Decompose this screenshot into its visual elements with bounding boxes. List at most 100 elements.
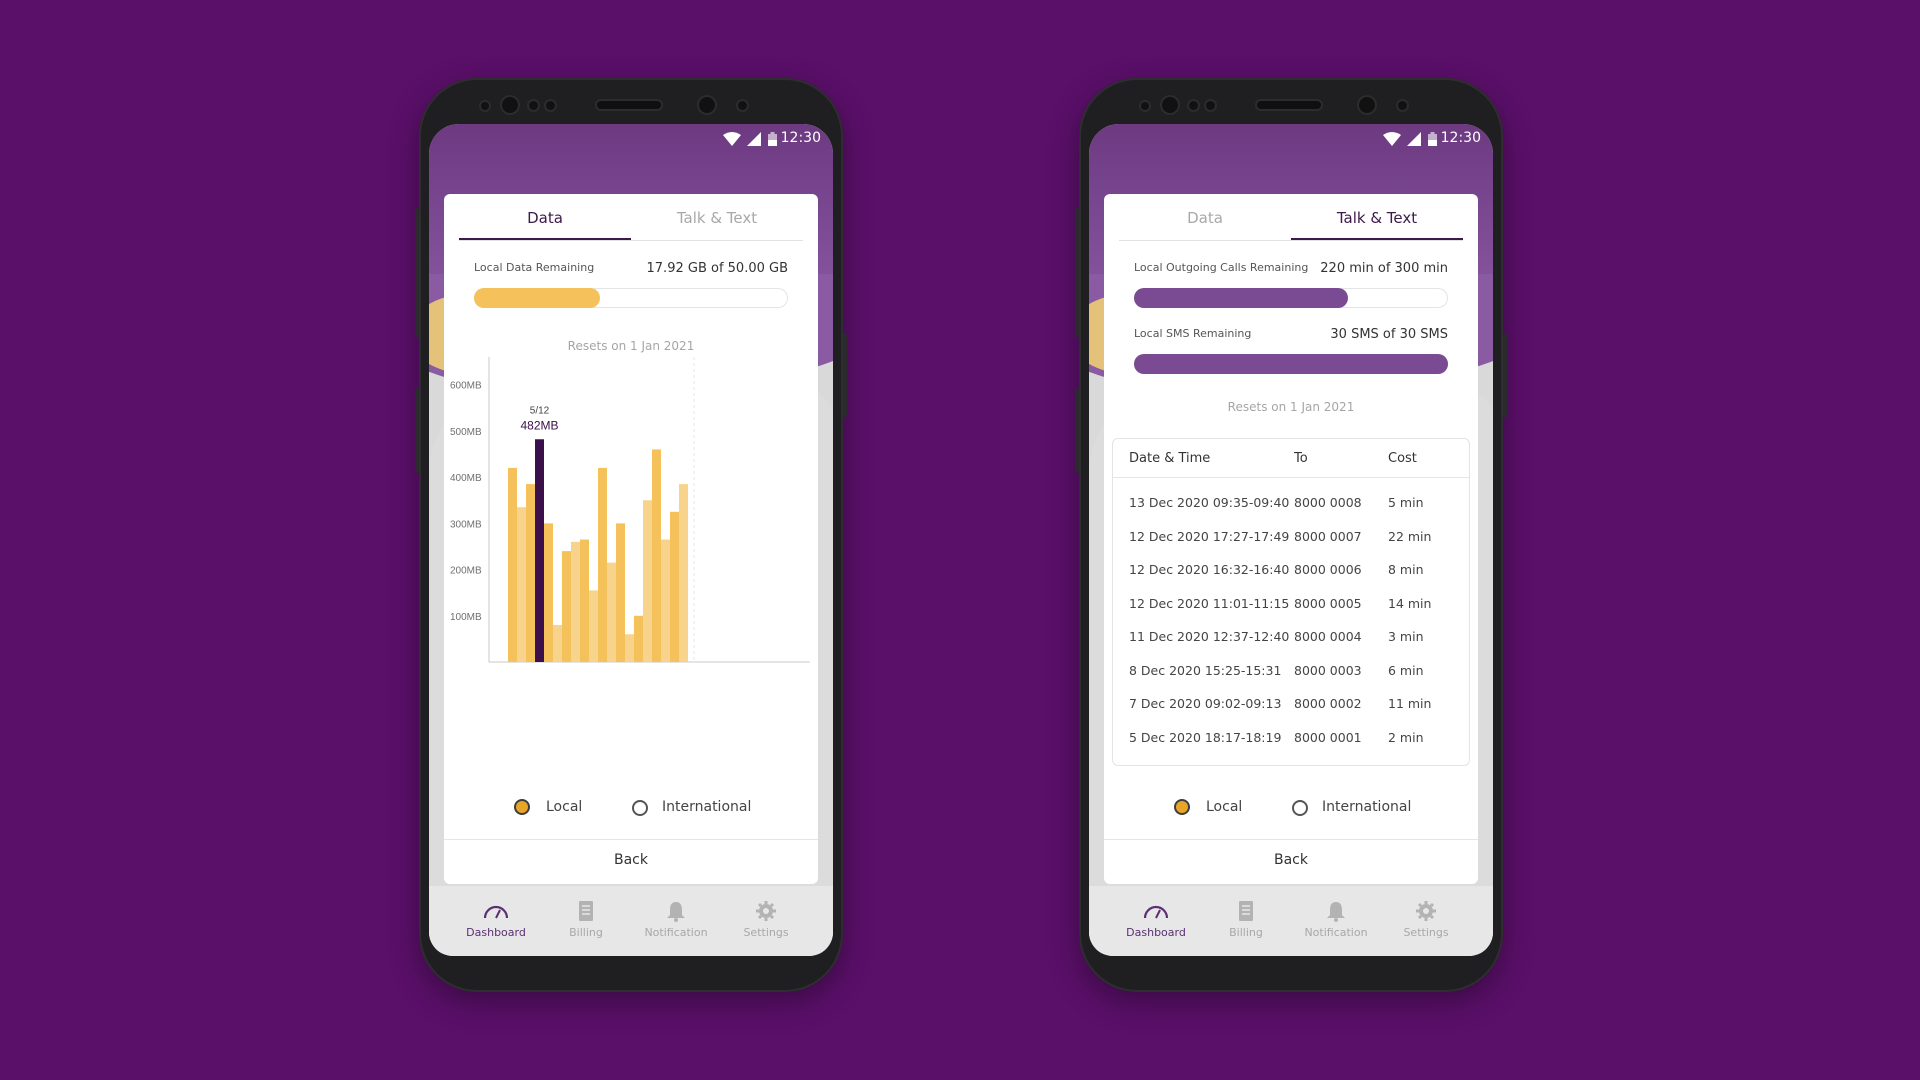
row-to: 8000 0008 (1294, 495, 1362, 510)
calls-progress-bar (1134, 288, 1448, 308)
sensor-dot (738, 101, 747, 110)
status-bar: 12:30 (429, 124, 833, 154)
tab-bar: Data Talk & Text (459, 194, 803, 241)
side-button (1075, 388, 1079, 473)
row-date: 5 Dec 2020 18:17-18:19 (1129, 729, 1282, 745)
nav-dashboard[interactable]: Dashboard (451, 900, 541, 939)
nav-dashboard[interactable]: Dashboard (1111, 900, 1201, 939)
row-date: 11 Dec 2020 12:37-12:40 (1129, 629, 1290, 644)
front-camera (1162, 97, 1178, 113)
y-tick-label: 600MB (450, 381, 482, 392)
daily-usage-chart: 100MB 200MB 300MB 400MB 500MB 600MB 5/12 482MB (444, 354, 818, 684)
status-time: 12:30 (780, 130, 821, 146)
column-header-to: To (1294, 451, 1308, 466)
radio-local[interactable] (516, 801, 528, 813)
row-date: 12 Dec 2020 16:32-16:40 (1129, 562, 1290, 577)
sms-remaining-value: 30 SMS of 30 SMS (1330, 327, 1448, 342)
usage-card: Data Talk & Text Local Outgoing Calls Re… (1104, 194, 1478, 884)
bar (616, 523, 625, 662)
region-selector: Local International (1104, 796, 1478, 820)
row-cost: 3 min (1388, 629, 1424, 644)
wifi-icon (1383, 132, 1401, 146)
status-bar: 12:30 (1089, 124, 1493, 154)
sensor-dot (546, 101, 555, 110)
nav-billing[interactable]: Billing (541, 900, 631, 939)
nav-dashboard-label: Dashboard (466, 926, 526, 939)
call-history-table: Date & Time To Cost 13 Dec 2020 09:35-09… (1112, 438, 1470, 766)
bar (544, 523, 553, 662)
signal-icon (747, 132, 761, 146)
nav-notification[interactable]: Notification (631, 900, 721, 939)
tab-talk-text[interactable]: Talk & Text (631, 194, 803, 240)
earpiece-speaker (597, 101, 661, 109)
side-button (843, 333, 847, 418)
front-camera (1359, 97, 1375, 113)
data-progress-bar (474, 288, 788, 308)
sensor-dot (529, 101, 538, 110)
row-date: 13 Dec 2020 09:35-09:40 (1129, 495, 1290, 510)
row-cost: 14 min (1388, 595, 1432, 611)
front-camera (699, 97, 715, 113)
sms-progress-fill (1134, 354, 1448, 374)
row-cost: 6 min (1388, 662, 1424, 678)
nav-settings-label: Settings (743, 926, 789, 939)
radio-international[interactable] (1292, 800, 1308, 816)
bar (625, 634, 634, 662)
radio-international-label: International (1322, 799, 1412, 815)
chart-svg: 100MB 200MB 300MB 400MB 500MB 600MB 5/12 482MB (450, 357, 810, 663)
divider (1104, 839, 1478, 840)
radio-international[interactable] (632, 800, 648, 816)
status-time: 12:30 (1440, 130, 1481, 146)
screen: 12:30 Data Talk & Text Local Data Remain… (429, 124, 833, 956)
nav-notification[interactable]: Notification (1291, 900, 1381, 939)
row-cost: 8 min (1388, 562, 1424, 577)
bar (562, 551, 571, 662)
y-tick-label: 100MB (450, 612, 482, 623)
highlight-value-label: 482MB (520, 418, 558, 432)
nav-notification-label: Notification (644, 926, 708, 939)
bar (670, 511, 679, 662)
side-button (1075, 208, 1079, 338)
wifi-icon (723, 132, 741, 146)
usage-card: Data Talk & Text Local Data Remaining 17… (444, 194, 818, 884)
region-selector: Local International (444, 796, 818, 820)
nav-billing[interactable]: Billing (1201, 900, 1291, 939)
y-tick-label: 400MB (450, 473, 482, 484)
nav-settings[interactable]: Settings (1381, 900, 1471, 939)
y-tick-label: 200MB (450, 566, 482, 577)
bar (679, 484, 688, 662)
tab-talk-text[interactable]: Talk & Text (1291, 194, 1463, 240)
bar (535, 439, 544, 662)
calls-progress-fill (1134, 288, 1348, 308)
phone-top-bezel (1079, 78, 1503, 124)
bar (607, 562, 616, 662)
back-button[interactable]: Back (444, 852, 818, 868)
row-date: 8 Dec 2020 15:25-15:31 (1129, 662, 1282, 678)
back-button[interactable]: Back (1104, 852, 1478, 868)
sms-progress-bar (1134, 354, 1448, 374)
tab-bar: Data Talk & Text (1119, 194, 1463, 241)
y-tick-label: 500MB (450, 427, 482, 438)
bar (589, 590, 598, 662)
sensor-dot (1141, 102, 1149, 110)
nav-settings[interactable]: Settings (721, 900, 811, 939)
tab-data[interactable]: Data (1119, 194, 1291, 240)
screen: 12:30 Data Talk & Text Local Outgoing Ca… (1089, 124, 1493, 956)
phone-left: 12:30 Data Talk & Text Local Data Remain… (415, 78, 847, 992)
nav-settings-label: Settings (1403, 926, 1449, 939)
bar (508, 467, 517, 662)
row-to: 8000 0007 (1294, 528, 1362, 544)
calls-remaining-label: Local Outgoing Calls Remaining (1134, 261, 1309, 274)
data-remaining-label: Local Data Remaining (474, 261, 595, 274)
phone-top-bezel (419, 78, 843, 124)
notification-bell-icon (667, 902, 685, 922)
radio-local[interactable] (1176, 801, 1188, 813)
bar (580, 539, 589, 662)
bar (661, 539, 670, 662)
radio-international-label: International (662, 799, 752, 815)
earpiece-speaker (1257, 101, 1321, 109)
tab-data[interactable]: Data (459, 194, 631, 240)
row-to: 8000 0002 (1294, 696, 1362, 711)
bar (634, 615, 643, 662)
row-date: 12 Dec 2020 11:01-11:15 (1129, 595, 1290, 611)
